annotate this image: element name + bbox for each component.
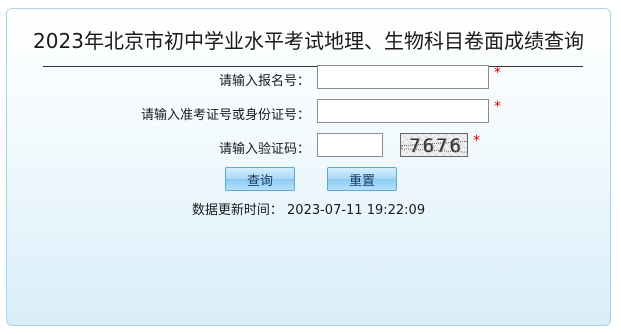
required-mark: * [473, 133, 480, 149]
id-row: 请输入准考证号或身份证号： * [7, 99, 610, 125]
exam-id-input[interactable] [317, 99, 489, 123]
query-button[interactable]: 查询 [225, 167, 295, 191]
required-mark: * [494, 65, 501, 81]
captcha-text: 7676 [409, 135, 463, 157]
update-time-value: 2023-07-11 19:22:09 [287, 203, 426, 218]
reset-button[interactable]: 重置 [327, 167, 397, 191]
captcha-row: 请输入验证码： 7676 * [7, 133, 610, 159]
query-panel: 2023年北京市初中学业水平考试地理、生物科目卷面成绩查询 请输入报名号： * … [6, 8, 611, 326]
registration-number-input[interactable] [317, 65, 489, 89]
registration-label: 请输入报名号： [218, 74, 310, 89]
required-mark: * [494, 99, 501, 115]
captcha-input[interactable] [317, 133, 383, 157]
page-title: 2023年北京市初中学业水平考试地理、生物科目卷面成绩查询 [33, 29, 584, 53]
registration-row: 请输入报名号： * [7, 65, 610, 91]
captcha-image[interactable]: 7676 [400, 133, 468, 157]
update-time-label: 数据更新时间： [191, 203, 283, 218]
id-label: 请输入准考证号或身份证号： [140, 108, 310, 123]
update-time: 数据更新时间： 2023-07-11 19:22:09 [7, 199, 610, 218]
captcha-label: 请输入验证码： [218, 142, 310, 157]
button-row: 查询 重置 [7, 167, 610, 193]
